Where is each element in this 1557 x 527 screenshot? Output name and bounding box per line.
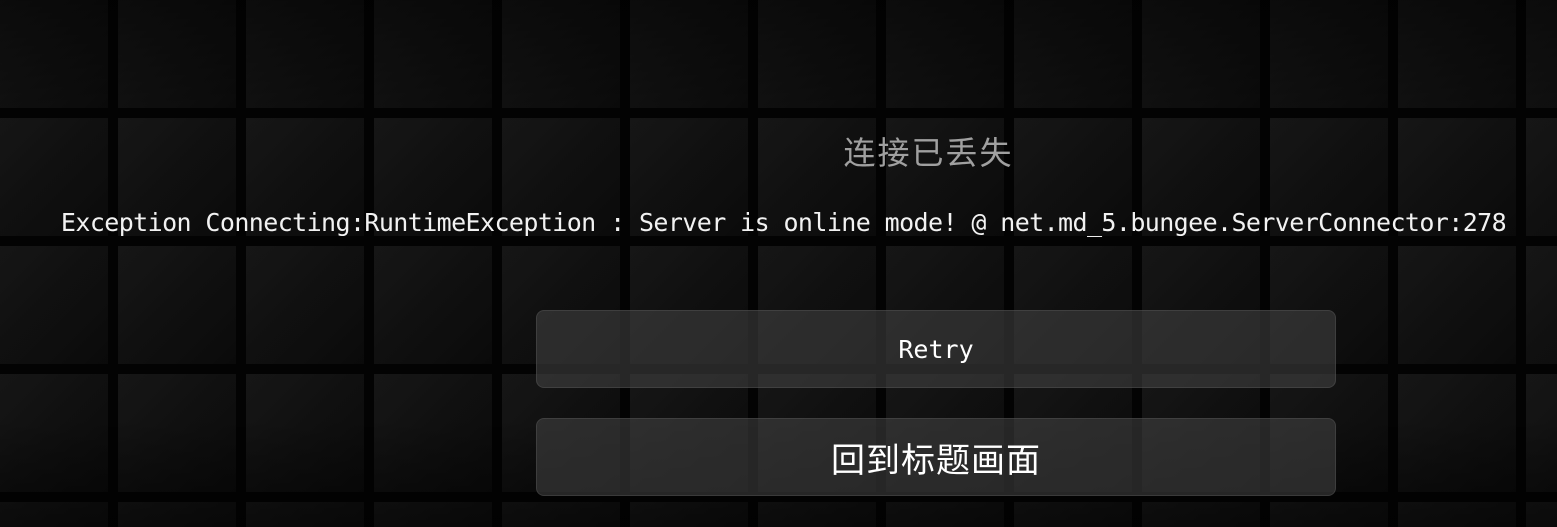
- disconnect-reason-message: Exception Connecting:RuntimeException : …: [60, 208, 1507, 237]
- retry-button-label: Retry: [898, 334, 974, 364]
- screen-title: 连接已丢失: [843, 134, 1014, 172]
- retry-button[interactable]: Retry: [536, 310, 1336, 388]
- back-to-title-button[interactable]: 回到标题画面: [536, 418, 1336, 496]
- back-to-title-button-label: 回到标题画面: [831, 440, 1041, 481]
- disconnected-screen: 连接已丢失 Exception Connecting:RuntimeExcept…: [0, 0, 1557, 527]
